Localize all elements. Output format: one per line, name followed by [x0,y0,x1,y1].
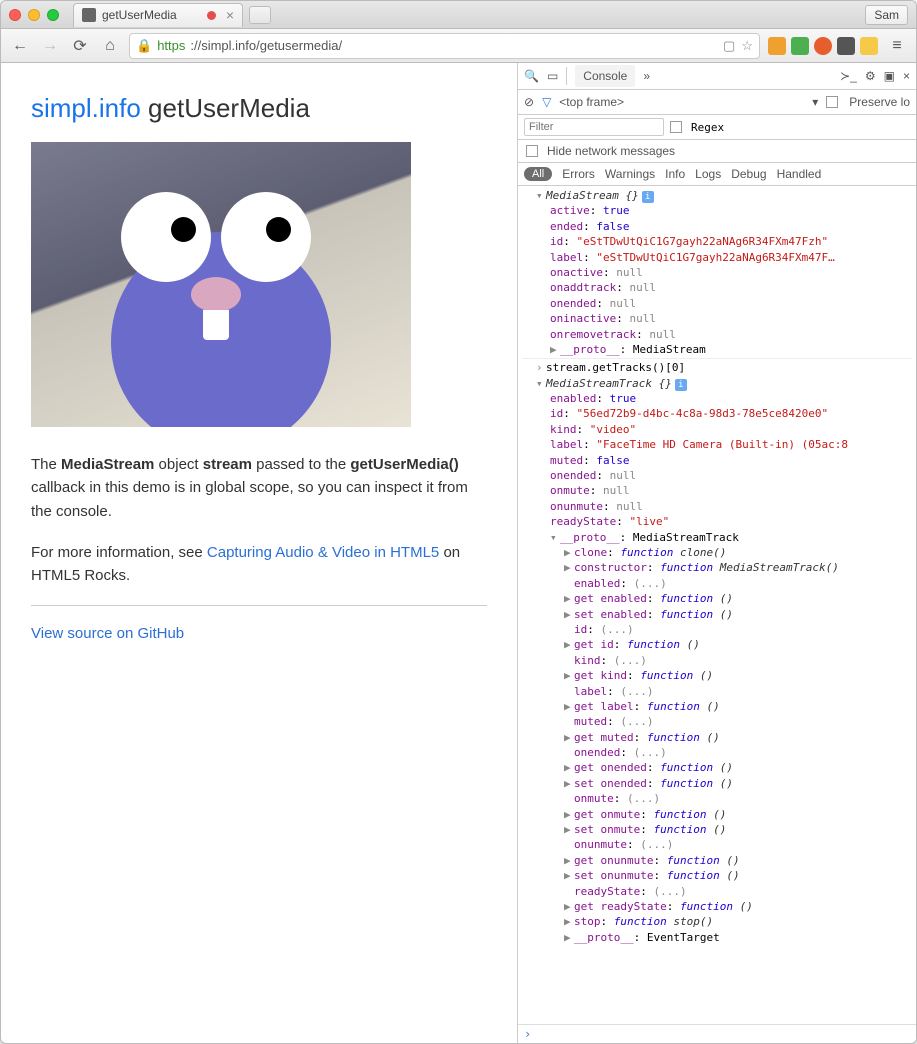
devtools-panel: 🔍 ▭ Console » ≻_ ⚙ ▣ × ⊘ ▽ <top frame> ▾ [517,63,916,1043]
forward-button[interactable]: → [39,35,61,57]
hide-network-checkbox[interactable] [526,145,538,157]
chevron-down-icon: ▾ [812,95,818,109]
close-tab-icon[interactable]: × [226,7,234,23]
recording-indicator-icon [207,11,216,20]
extension-icon[interactable] [791,37,809,55]
page-title: simpl.info getUserMedia [31,93,487,124]
devtools-toolbar: 🔍 ▭ Console » ≻_ ⚙ ▣ × [518,63,916,90]
dock-icon[interactable]: ▣ [884,69,895,83]
devtools-hide-row: Hide network messages [518,140,916,163]
url-scheme: https [157,38,185,53]
more-tabs-icon[interactable]: » [643,69,650,83]
hide-network-label: Hide network messages [547,144,675,158]
home-button[interactable]: ⌂ [99,35,121,57]
back-button[interactable]: ← [9,35,31,57]
preserve-log-checkbox[interactable] [826,96,838,108]
device-icon[interactable]: ▭ [547,69,558,83]
maximize-window-button[interactable] [47,9,59,21]
paragraph: The MediaStream object stream passed to … [31,453,487,523]
extensions-area [768,37,878,55]
clear-console-icon[interactable]: ⊘ [524,95,534,109]
bookmark-star-icon[interactable]: ☆ [741,38,753,54]
close-devtools-icon[interactable]: × [903,69,910,83]
devtools-levels-row: All Errors Warnings Info Logs Debug Hand… [518,163,916,186]
regex-checkbox[interactable] [670,121,682,133]
console-output[interactable]: ▾MediaStream {}iactive: trueended: false… [518,186,916,1024]
github-link[interactable]: View source on GitHub [31,625,184,642]
drawer-icon[interactable]: ≻_ [840,69,857,83]
level-handled[interactable]: Handled [777,167,822,181]
extension-icon[interactable] [768,37,786,55]
regex-label: Regex [691,121,724,134]
extension-icon[interactable] [814,37,832,55]
level-info[interactable]: Info [665,167,685,181]
favicon-icon [82,8,96,22]
close-window-button[interactable] [9,9,21,21]
level-all[interactable]: All [524,167,552,181]
console-prompt[interactable]: › [518,1024,916,1043]
browser-toolbar: ← → ⟳ ⌂ 🔒 https ://simpl.info/getusermedi… [1,29,916,63]
title-link[interactable]: simpl.info [31,93,141,123]
browser-tab[interactable]: getUserMedia × [73,3,243,27]
preserve-log-label: Preserve lo [849,95,910,109]
page-content: simpl.info getUserMedia The MediaStream … [1,63,517,1043]
video-preview [31,142,411,427]
search-icon[interactable]: 🔍 [524,69,539,83]
minimize-window-button[interactable] [28,9,40,21]
tab-title: getUserMedia [102,8,177,22]
profile-button[interactable]: Sam [865,5,908,25]
address-bar[interactable]: 🔒 https ://simpl.info/getusermedia/ ▢ ☆ [129,33,760,59]
divider [31,605,487,606]
lock-icon: 🔒 [136,38,152,54]
camera-icon[interactable]: ▢ [723,38,735,54]
paragraph: For more information, see Capturing Audi… [31,541,487,588]
level-debug[interactable]: Debug [731,167,766,181]
console-tab[interactable]: Console [575,65,635,87]
devtools-context-row: ⊘ ▽ <top frame> ▾ Preserve lo [518,90,916,115]
frame-selector[interactable]: <top frame> ▾ [559,95,818,109]
capturing-link[interactable]: Capturing Audio & Video in HTML5 [207,544,439,561]
title-rest: getUserMedia [141,93,310,123]
level-warnings[interactable]: Warnings [605,167,655,181]
level-logs[interactable]: Logs [695,167,721,181]
devtools-filter-row: Regex [518,115,916,140]
window-controls [9,9,59,21]
reload-button[interactable]: ⟳ [69,35,91,57]
settings-gear-icon[interactable]: ⚙ [865,69,876,83]
filter-input[interactable] [524,118,664,136]
extension-icon[interactable] [860,37,878,55]
browser-tabbar: getUserMedia × Sam [1,1,916,29]
url-path: ://simpl.info/getusermedia/ [190,38,342,53]
menu-button[interactable]: ≡ [886,35,908,57]
level-errors[interactable]: Errors [562,167,595,181]
filter-funnel-icon[interactable]: ▽ [542,95,551,109]
cast-icon[interactable] [837,37,855,55]
new-tab-button[interactable] [249,6,271,24]
